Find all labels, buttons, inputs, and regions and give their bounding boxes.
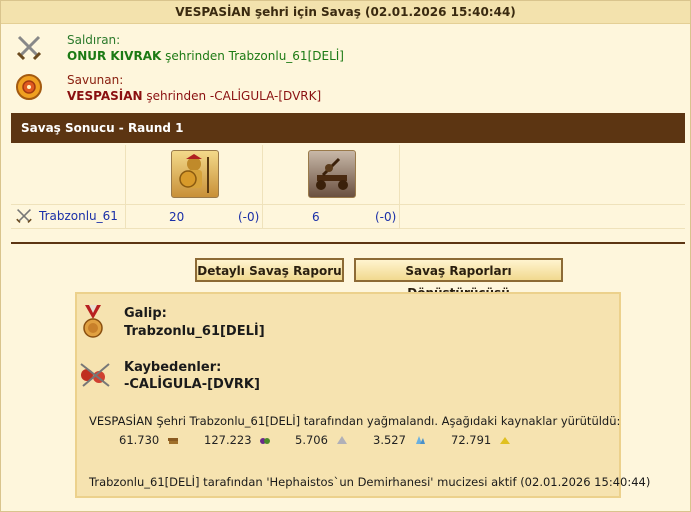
attacker-label: Saldıran: (67, 33, 121, 47)
resource-wine: 127.223 (204, 433, 271, 447)
unit-1-count: 20 (169, 210, 185, 224)
wonder-status: Trabzonlu_61[DELİ] tarafından 'Hephaisto… (89, 475, 651, 489)
attacker-player[interactable]: ONUR KIVRAK (67, 49, 161, 63)
resource-sulfur-value: 72.791 (451, 433, 492, 447)
grid-divider (11, 228, 685, 229)
losers-label: Kaybedenler: (124, 360, 222, 375)
battle-result-box: Galip: Trabzonlu_61[DELİ] Kaybedenler: -… (75, 292, 650, 498)
resource-wine-value: 127.223 (204, 433, 252, 447)
hoplite-unit-icon (171, 150, 219, 198)
defender-origin: şehrinden -CALİGULA-[DVRK] (142, 89, 322, 103)
battle-row-player[interactable]: Trabzonlu_61 (39, 209, 118, 223)
resource-crystal: 3.527 (373, 433, 426, 447)
crossed-swords-icon (16, 209, 32, 223)
page-title: VESPASİAN şehri için Savaş (02.01.2026 1… (1, 1, 690, 24)
report-converter-button[interactable]: Savaş Raporları Dönüştürücüsü (354, 258, 563, 300)
crossed-swords-icon (16, 35, 42, 61)
defender-city[interactable]: VESPASİAN (67, 89, 143, 103)
unit-2-count: 6 (312, 210, 320, 224)
unit-2-loss: (-0) (375, 210, 397, 224)
sulfur-icon (499, 437, 510, 444)
attacker-origin: şehrinden Trabzonlu_61[DELİ] (161, 49, 344, 63)
wine-icon (260, 438, 271, 444)
round-title: Savaş Sonucu - Raund 1 (21, 121, 184, 135)
grid-divider (11, 204, 685, 205)
marble-icon (336, 436, 347, 444)
medal-icon (83, 305, 103, 338)
catapult-unit-icon (308, 150, 356, 198)
resource-wood: 61.730 (119, 433, 179, 447)
defender-label: Savunan: (67, 73, 124, 87)
shield-icon (16, 74, 42, 100)
battle-report-panel: VESPASİAN şehri için Savaş (02.01.2026 1… (0, 0, 691, 512)
round-header: Savaş Sonucu - Raund 1 (11, 113, 685, 143)
unit-1-loss: (-0) (238, 210, 260, 224)
defender-info: VESPASİAN şehrinden -CALİGULA-[DVRK] (67, 89, 321, 103)
loot-description: VESPASİAN Şehri Trabzonlu_61[DELİ] taraf… (89, 414, 621, 428)
resource-sulfur: 72.791 (451, 433, 511, 447)
wood-icon (167, 438, 178, 444)
detailed-report-button[interactable]: Detaylı Savaş Raporu (195, 258, 344, 282)
winner-label: Galip: (124, 306, 167, 321)
resource-marble-value: 5.706 (295, 433, 328, 447)
attacker-info: ONUR KIVRAK şehrinden Trabzonlu_61[DELİ] (67, 49, 344, 63)
resource-crystal-value: 3.527 (373, 433, 406, 447)
losers-name[interactable]: -CALİGULA-[DVRK] (124, 377, 260, 392)
resource-wood-value: 61.730 (119, 433, 160, 447)
resource-marble: 5.706 (295, 433, 348, 447)
section-divider (11, 242, 685, 244)
defeated-units-icon (80, 363, 110, 387)
winner-name[interactable]: Trabzonlu_61[DELİ] (124, 324, 265, 339)
crystal-icon (415, 436, 425, 444)
